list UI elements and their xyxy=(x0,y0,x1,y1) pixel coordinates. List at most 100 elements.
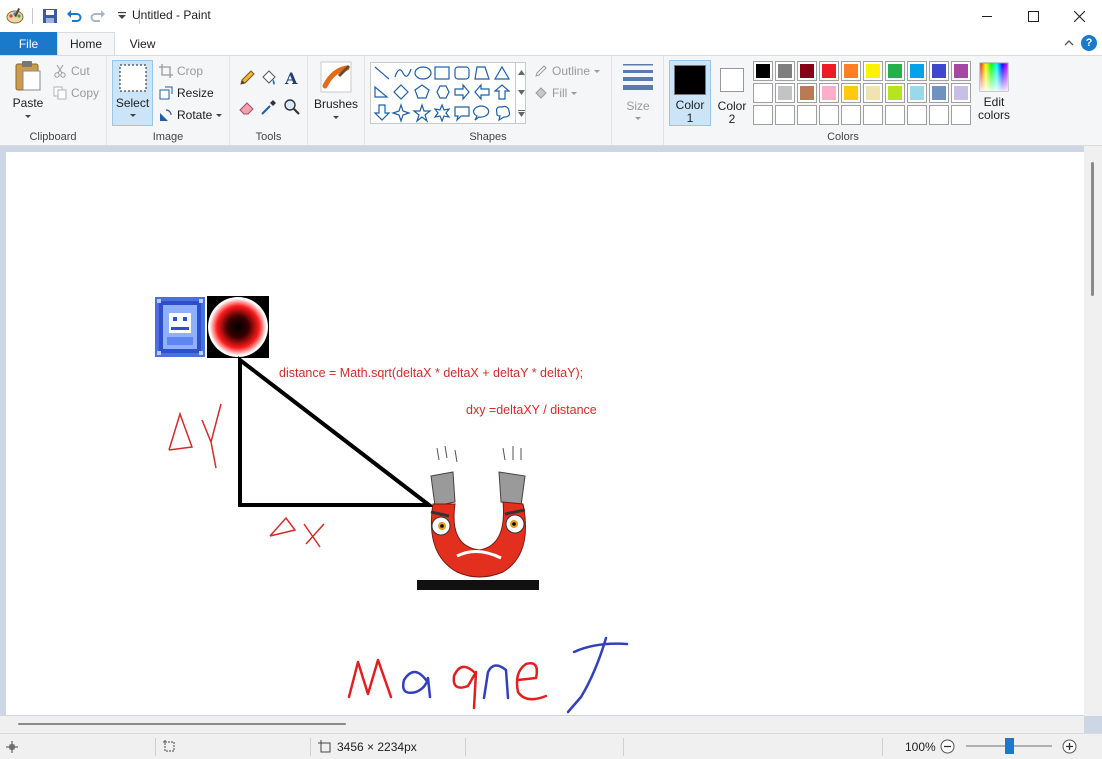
shapes-scroll[interactable] xyxy=(515,62,526,124)
palette-color-swatch[interactable] xyxy=(819,61,839,81)
pentagon-shape-icon[interactable] xyxy=(414,84,430,99)
palette-empty-swatch[interactable] xyxy=(885,105,905,125)
palette-color-swatch[interactable] xyxy=(753,61,773,81)
magnifier-icon[interactable] xyxy=(283,98,301,116)
palette-empty-swatch[interactable] xyxy=(819,105,839,125)
rounded-callout-shape-icon[interactable] xyxy=(454,106,470,122)
palette-color-swatch[interactable] xyxy=(929,61,949,81)
palette-empty-swatch[interactable] xyxy=(797,105,817,125)
tools-group: A Tools xyxy=(230,56,308,145)
palette-color-swatch[interactable] xyxy=(841,61,861,81)
cut-button[interactable]: Cut xyxy=(53,61,90,81)
eraser-icon[interactable] xyxy=(238,98,256,116)
oval-shape-icon[interactable] xyxy=(414,66,432,80)
palette-color-swatch[interactable] xyxy=(753,83,773,103)
cloud-callout-shape-icon[interactable] xyxy=(495,105,511,122)
copy-button[interactable]: Copy xyxy=(53,83,99,103)
palette-color-swatch[interactable] xyxy=(885,83,905,103)
resize-button[interactable]: Resize xyxy=(159,83,214,103)
rounded-rectangle-shape-icon[interactable] xyxy=(454,66,470,80)
palette-color-swatch[interactable] xyxy=(797,83,817,103)
brushes-button[interactable]: Brushes xyxy=(314,60,358,119)
palette-color-swatch[interactable] xyxy=(951,83,971,103)
pencil-icon[interactable] xyxy=(238,69,256,87)
palette-color-swatch[interactable] xyxy=(775,83,795,103)
six-point-star-shape-icon[interactable] xyxy=(433,103,451,123)
tab-file[interactable]: File xyxy=(0,32,57,55)
diamond-shape-icon[interactable] xyxy=(393,84,409,100)
palette-empty-swatch[interactable] xyxy=(929,105,949,125)
size-button[interactable]: Size xyxy=(618,62,658,120)
size-group: Size xyxy=(612,56,664,145)
line-shape-icon[interactable] xyxy=(374,66,390,80)
palette-empty-swatch[interactable] xyxy=(907,105,927,125)
zoom-out-icon[interactable] xyxy=(940,739,955,754)
color1-button[interactable]: Color 1 xyxy=(669,60,711,126)
palette-color-swatch[interactable] xyxy=(863,61,883,81)
colors-group-label: Colors xyxy=(827,131,859,143)
horizontal-scrollbar[interactable] xyxy=(0,716,1084,733)
ribbon-tabs: File Home View ? xyxy=(0,32,1102,55)
palette-color-fill xyxy=(888,86,902,100)
polygon-shape-icon[interactable] xyxy=(474,66,490,80)
right-triangle-shape-icon[interactable] xyxy=(374,85,389,98)
palette-color-swatch[interactable] xyxy=(797,61,817,81)
customize-toolbar-icon[interactable] xyxy=(113,7,131,25)
zoom-slider-thumb[interactable] xyxy=(1005,738,1014,754)
palette-color-swatch[interactable] xyxy=(819,83,839,103)
paste-button[interactable]: Paste xyxy=(8,60,48,118)
palette-color-swatch[interactable] xyxy=(775,61,795,81)
vertical-scroll-thumb[interactable] xyxy=(1091,162,1094,296)
text-icon[interactable]: A xyxy=(283,69,301,87)
palette-color-swatch[interactable] xyxy=(907,61,927,81)
scroll-up-icon[interactable] xyxy=(517,69,525,75)
palette-color-swatch[interactable] xyxy=(885,61,905,81)
redo-icon[interactable] xyxy=(89,7,107,25)
oval-callout-shape-icon[interactable] xyxy=(473,105,490,121)
palette-empty-swatch[interactable] xyxy=(863,105,883,125)
select-button[interactable]: Select xyxy=(112,60,153,126)
zoom-in-icon[interactable] xyxy=(1062,739,1077,754)
horizontal-scroll-thumb[interactable] xyxy=(18,723,346,725)
maximize-button[interactable] xyxy=(1010,0,1056,32)
five-point-star-shape-icon[interactable] xyxy=(412,103,432,123)
fill-button[interactable]: Fill xyxy=(534,83,578,103)
hexagon-shape-icon[interactable] xyxy=(436,85,450,99)
triangle-shape-icon[interactable] xyxy=(493,65,511,80)
color-picker-icon[interactable] xyxy=(260,98,278,116)
tab-view[interactable]: View xyxy=(115,32,170,55)
drawing-canvas[interactable]: distance = Math.sqrt(deltaX * deltaX + d… xyxy=(6,152,1084,715)
palette-color-swatch[interactable] xyxy=(863,83,883,103)
tab-home[interactable]: Home xyxy=(57,32,115,55)
palette-color-swatch[interactable] xyxy=(951,61,971,81)
palette-color-swatch[interactable] xyxy=(841,83,861,103)
up-arrow-shape-icon[interactable] xyxy=(493,84,511,100)
fill-bucket-icon[interactable] xyxy=(260,69,278,87)
save-icon[interactable] xyxy=(41,7,59,25)
left-arrow-shape-icon[interactable] xyxy=(474,83,490,101)
minimize-button[interactable] xyxy=(964,0,1010,32)
right-arrow-shape-icon[interactable] xyxy=(454,83,470,101)
palette-color-swatch[interactable] xyxy=(907,83,927,103)
down-arrow-shape-icon[interactable] xyxy=(373,104,391,121)
palette-empty-swatch[interactable] xyxy=(775,105,795,125)
close-button[interactable] xyxy=(1056,0,1102,32)
color2-button[interactable]: Color 2 xyxy=(713,60,751,126)
rotate-button[interactable]: Rotate xyxy=(159,105,223,125)
curve-shape-icon[interactable] xyxy=(394,68,412,78)
scroll-down-icon[interactable] xyxy=(517,89,525,95)
undo-icon[interactable] xyxy=(65,7,83,25)
crop-button[interactable]: Crop xyxy=(159,61,203,81)
help-icon[interactable]: ? xyxy=(1081,35,1097,51)
palette-empty-swatch[interactable] xyxy=(753,105,773,125)
palette-color-swatch[interactable] xyxy=(929,83,949,103)
palette-empty-swatch[interactable] xyxy=(841,105,861,125)
rectangle-shape-icon[interactable] xyxy=(434,66,450,80)
outline-button[interactable]: Outline xyxy=(534,61,601,81)
palette-empty-swatch[interactable] xyxy=(951,105,971,125)
vertical-scrollbar[interactable] xyxy=(1084,146,1102,716)
edit-colors-button[interactable]: Edit colors xyxy=(975,62,1013,122)
collapse-ribbon-icon[interactable] xyxy=(1062,36,1076,50)
expand-gallery-icon[interactable] xyxy=(517,109,525,117)
four-point-star-shape-icon[interactable] xyxy=(391,103,411,123)
